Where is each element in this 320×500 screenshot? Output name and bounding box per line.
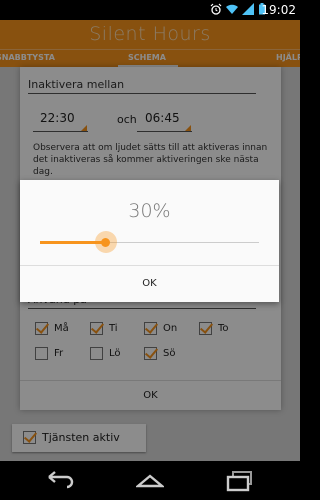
clock: 19:02: [261, 3, 296, 17]
home-icon[interactable]: [136, 474, 164, 488]
alarm-icon: [210, 3, 222, 15]
recent-apps-icon[interactable]: [225, 470, 255, 492]
status-bar: 19:02: [0, 0, 300, 20]
wifi-icon: [226, 4, 238, 14]
navigation-bar: [0, 461, 300, 500]
volume-ok-button[interactable]: OK: [20, 266, 279, 302]
signal-icon: [242, 3, 254, 15]
back-icon[interactable]: [46, 470, 76, 490]
phone-screen: 19:02 Silent Hours SNABBTYSTA SCHEMA HJÄ…: [0, 0, 300, 500]
volume-dialog: 30% OK: [20, 180, 279, 302]
volume-percent: 30%: [128, 200, 171, 222]
